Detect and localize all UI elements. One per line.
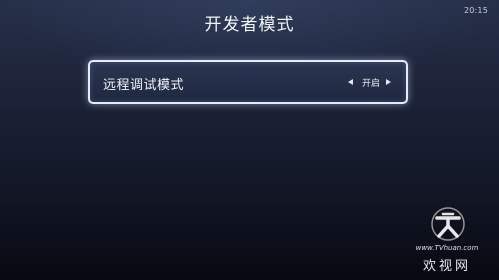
watermark-name: 欢视网: [422, 259, 471, 274]
right-arrow-icon[interactable]: [386, 79, 391, 85]
left-arrow-icon[interactable]: [348, 79, 353, 85]
setting-row-remote-debug[interactable]: 远程调试模式 开启: [88, 60, 408, 104]
tvhuan-logo-icon: [431, 207, 465, 241]
watermark: www.TVhuan.com 欢视网: [401, 205, 493, 277]
setting-value: 开启: [361, 79, 380, 89]
page-title: 开发者模式: [204, 15, 295, 35]
setting-label: 远程调试模式: [103, 78, 185, 93]
watermark-url: www.TVhuan.com: [415, 244, 479, 252]
